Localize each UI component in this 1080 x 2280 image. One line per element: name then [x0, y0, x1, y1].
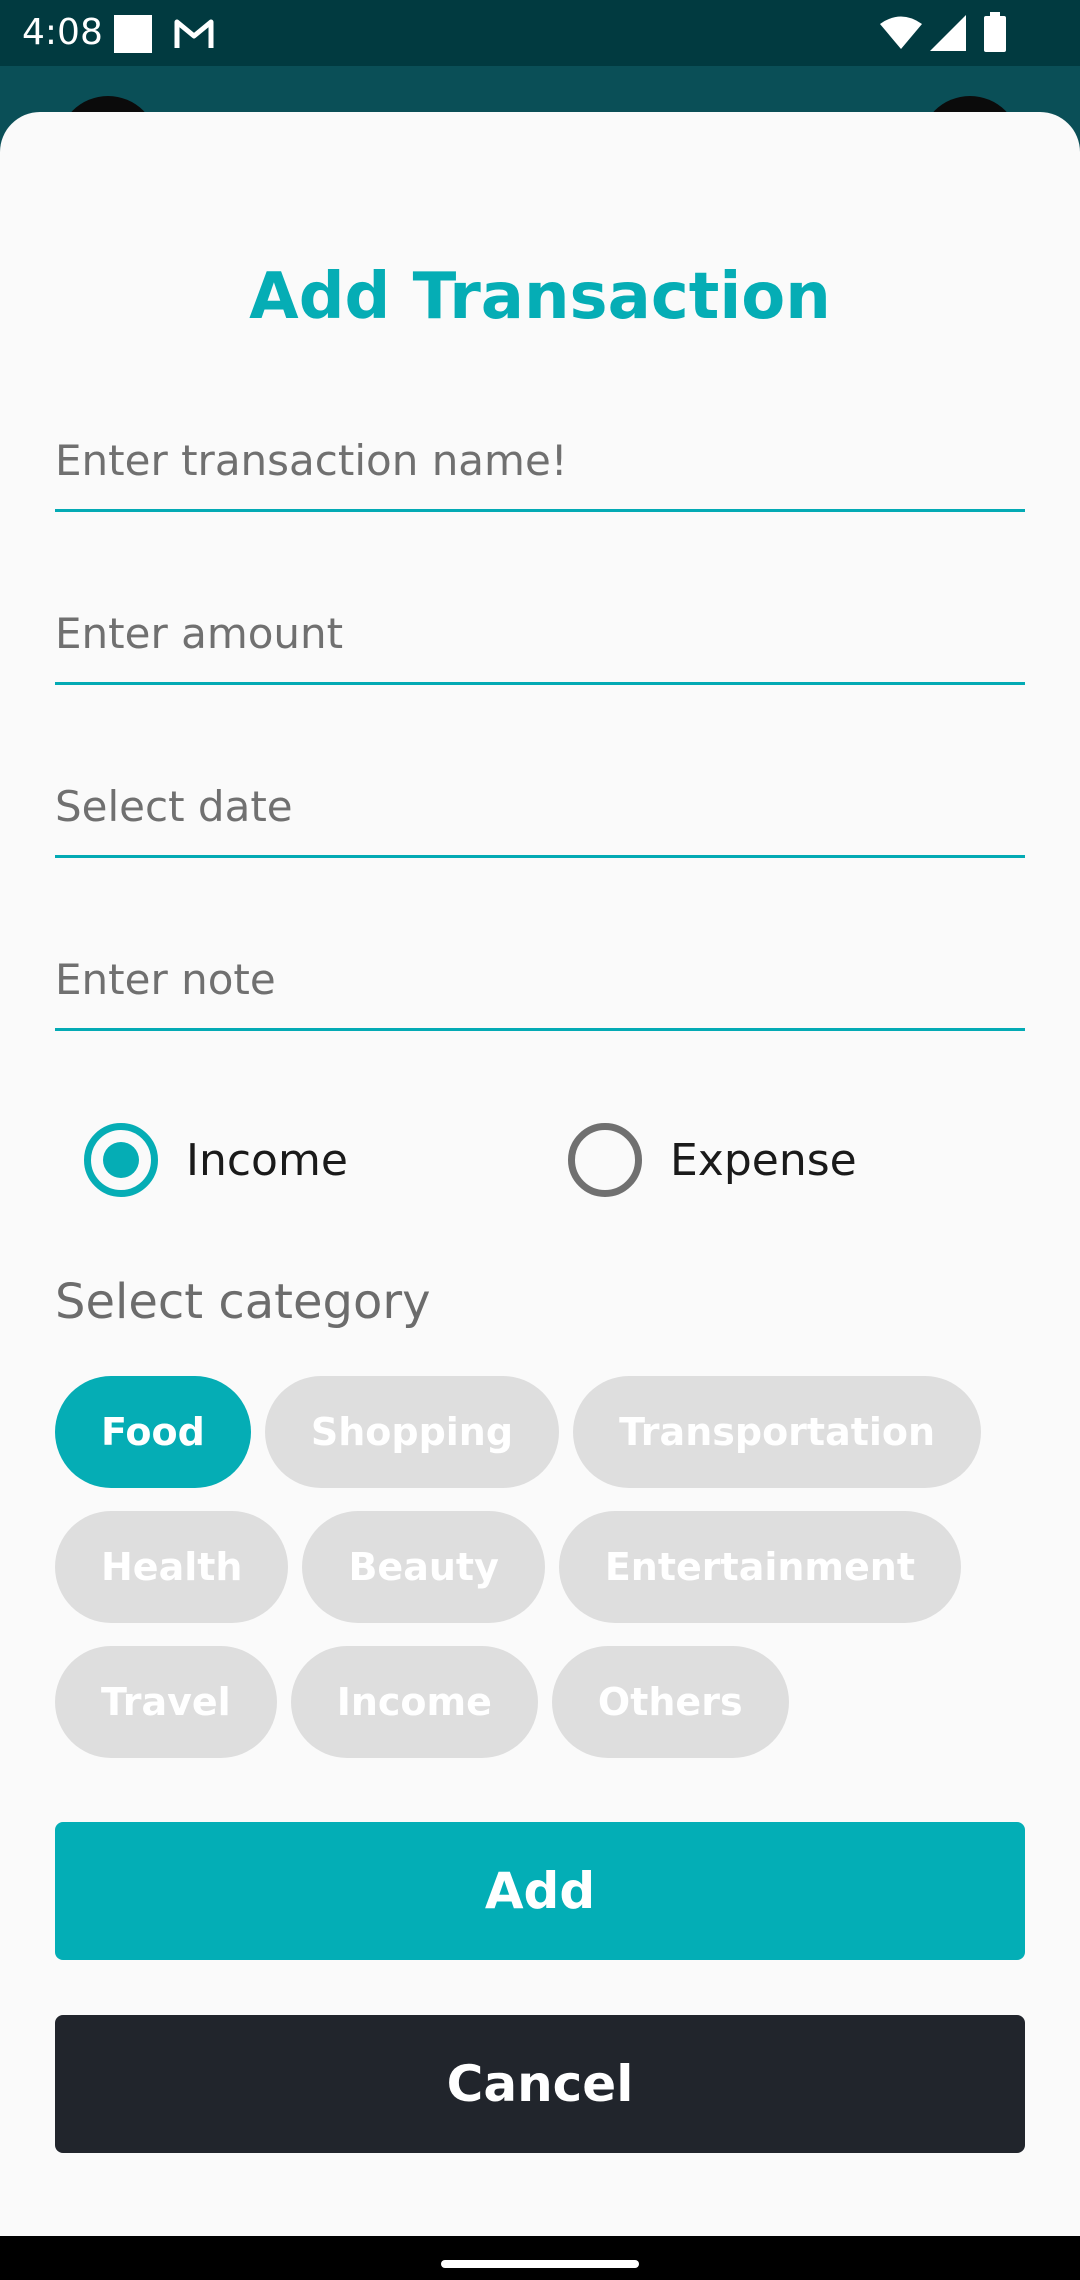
category-chip-health[interactable]: Health: [55, 1511, 289, 1623]
income-radio-label: Income: [186, 1134, 348, 1186]
category-chip-income[interactable]: Income: [290, 1646, 538, 1758]
status-time: 4:08: [22, 12, 103, 53]
home-gesture-handle[interactable]: [441, 2260, 639, 2268]
category-chip-beauty[interactable]: Beauty: [302, 1511, 545, 1623]
select-category-label: Select category: [55, 1274, 431, 1330]
status-bar: 4:08: [0, 0, 1080, 66]
navigation-bar: [0, 2236, 1080, 2280]
expense-radio-label: Expense: [670, 1134, 857, 1186]
category-chip-entertainment[interactable]: Entertainment: [558, 1511, 962, 1623]
note-input[interactable]: [55, 931, 1025, 1027]
income-radio[interactable]: Income: [84, 1122, 348, 1198]
gmail-icon: [174, 19, 214, 48]
notification-square-icon: [114, 15, 152, 53]
note-field[interactable]: [55, 931, 1025, 1031]
category-chip-food[interactable]: Food: [55, 1376, 251, 1488]
category-chip-transportation[interactable]: Transportation: [573, 1376, 982, 1488]
amount-field[interactable]: [55, 585, 1025, 685]
transaction-name-field[interactable]: [55, 412, 1025, 512]
category-chip-travel[interactable]: Travel: [55, 1646, 277, 1758]
battery-icon: [984, 12, 1006, 52]
radio-unchecked-icon[interactable]: [568, 1123, 642, 1197]
expense-radio[interactable]: Expense: [568, 1122, 857, 1198]
date-input[interactable]: [55, 758, 1025, 854]
add-button[interactable]: Add: [55, 1822, 1025, 1960]
dialog-title: Add Transaction: [249, 260, 831, 334]
signal-icon: [930, 15, 966, 51]
category-chip-group: Food Shopping Transportation Health Beau…: [55, 1376, 1035, 1781]
radio-checked-icon[interactable]: [84, 1123, 158, 1197]
transaction-name-input[interactable]: [55, 412, 1025, 508]
date-field[interactable]: [55, 758, 1025, 858]
amount-input[interactable]: [55, 585, 1025, 681]
cancel-button[interactable]: Cancel: [55, 2015, 1025, 2153]
category-chip-others[interactable]: Others: [551, 1646, 789, 1758]
category-chip-shopping[interactable]: Shopping: [264, 1376, 560, 1488]
wifi-icon: [880, 16, 922, 49]
